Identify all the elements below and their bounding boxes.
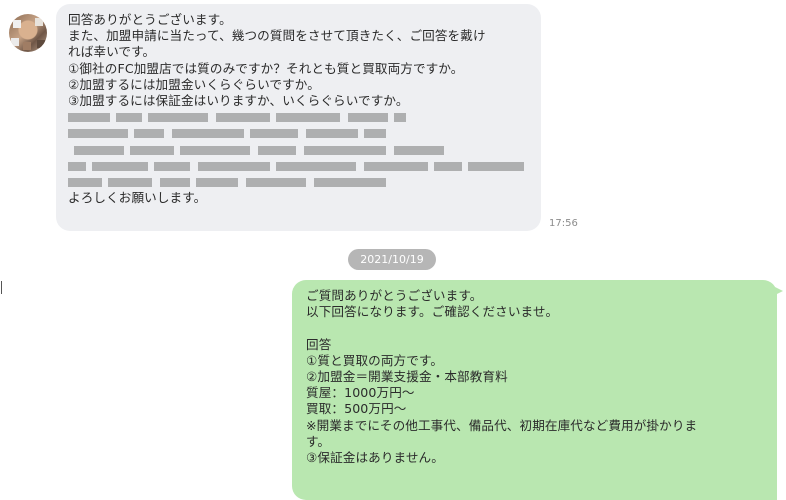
received-line: ③加盟するには保証金はいりますか、いくらぐらいですか。 [68, 93, 409, 109]
sent-blank-line [306, 320, 763, 336]
date-separator: 2021/10/19 [348, 249, 436, 270]
received-line: ①御社のFC加盟店では質のみですか？それとも質と買取両方ですか。 [68, 60, 464, 76]
sent-message-bubble: ご質問ありがとうございます。 以下回答になります。ご確認くださいませ。 回答 ①… [292, 280, 783, 500]
sent-line: ※開業までにその他工事代、備品代、初期在庫代など費用が掛かりま [306, 417, 698, 433]
sent-line: ②加盟金＝開業支援金・本部教育料 [306, 369, 508, 384]
sent-line: ①質と買取の両方です。 [306, 352, 444, 368]
received-line: れば幸いです。 [68, 44, 156, 60]
sent-line: 買取：500万円〜 [306, 401, 407, 417]
message-timestamp: 17:56 [549, 218, 578, 229]
received-line: ②加盟するには加盟金いくらぐらいですか。 [68, 76, 320, 92]
sent-line: 回答 [306, 336, 332, 352]
sent-line: 質屋：1000万円〜 [306, 385, 415, 401]
text-cursor [1, 281, 2, 294]
received-line: 回答ありがとうございます。 [68, 12, 232, 27]
sent-line: 以下回答になります。ご確認くださいませ。 [306, 304, 559, 320]
received-message-bubble: 回答ありがとうございます。 また、加盟申請に当たって、幾つの質問をさせて頂きたく… [56, 4, 541, 231]
redacted-text-block [68, 109, 529, 190]
sent-line: ③保証金はありません。 [306, 450, 444, 466]
received-line: また、加盟申請に当たって、幾つの質問をさせて頂きたく、ご回答を戴け [68, 28, 486, 44]
sender-avatar[interactable] [9, 14, 47, 52]
sent-line: す。 [306, 433, 331, 449]
received-closing: よろしくお願いします。 [68, 190, 207, 206]
sent-line: ご質問ありがとうございます。 [306, 288, 483, 303]
